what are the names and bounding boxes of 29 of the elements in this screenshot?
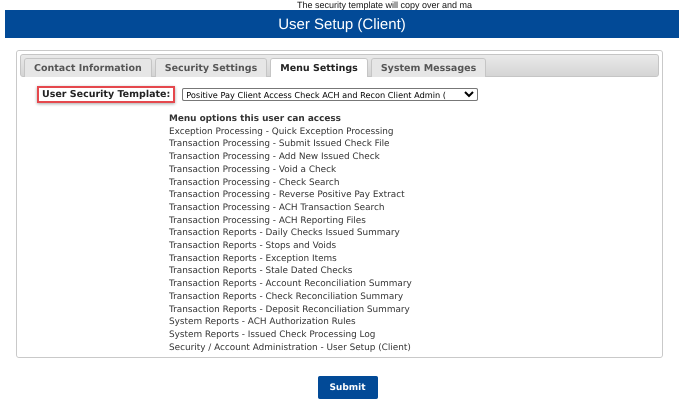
menu-option: Exception Processing - Quick Exception Processing [169,126,659,138]
menu-option: Transaction Processing - Submit Issued Check File [169,138,659,152]
tab[interactable]: Contact Information [24,58,152,77]
menu-option: System Reports - ACH Authorization Rules [169,316,659,329]
menu-option: Transaction Reports - Daily Checks Issued Summary [169,227,659,240]
tab[interactable]: Security Settings [154,58,268,77]
menu-option: Transaction Processing - ACH Reporting Files [169,214,659,228]
menu-option: Transaction Reports - Stops and Voids [169,240,659,253]
menu-option: Transaction Processing - ACH Transaction Search [169,202,659,215]
template-dropdown[interactable]: Positive Pay Client Access Check ACH and Recon Client Admin ( [182,88,478,101]
menu-option: Transaction Processing - Add New Issued Check [169,151,659,164]
list-heading: Menu options this user can access [169,113,342,126]
menu-option: Transaction Reports - Stale Dated Checks [169,265,659,278]
page-header: User Setup (Client) [5,10,679,38]
menu-option: Security / Account Administration - User Setup (Client) [169,342,659,354]
menu-option: Transaction Reports - Exception Items [169,252,659,266]
chevron-icon [464,91,474,98]
menu-option: Transaction Reports - Account Reconciliation Summary [169,278,659,291]
template-label: User Security Template: [37,86,176,103]
submit-button[interactable]: Submit [318,376,378,399]
caption-text: The security template will copy over and ma [296,0,472,10]
menu-option: Transaction Processing - Void a Check [169,164,659,177]
tab[interactable]: Menu Settings [270,58,368,77]
menu-option: Transaction Processing - Check Search [169,176,659,190]
menu-option: Transaction Reports - Check Reconciliation Summary [169,290,659,304]
menu-option: Transaction Processing - Reverse Positive Pay Extract [169,189,659,202]
tab[interactable]: System Messages [370,58,486,77]
menu-option: System Reports - Issued Check Processing Log [169,328,659,342]
menu-option: Transaction Reports - Deposit Reconciliation Summary [169,304,659,316]
